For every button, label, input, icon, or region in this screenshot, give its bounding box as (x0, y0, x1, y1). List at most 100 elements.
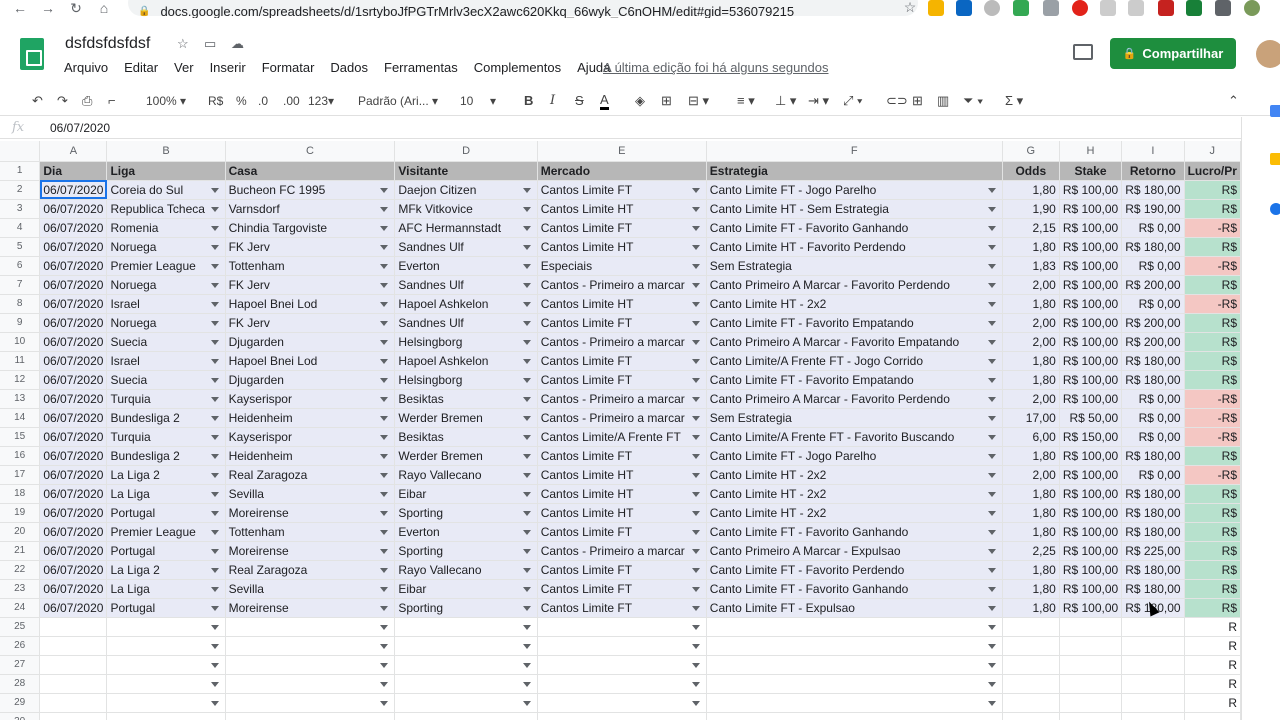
cell[interactable] (394, 617, 538, 637)
column-header-a[interactable]: A (39, 141, 108, 162)
header-cell[interactable]: Casa (225, 161, 396, 181)
cell[interactable]: Everton (394, 522, 538, 542)
cell[interactable]: Cantos - Primeiro a marcar (537, 389, 707, 409)
comments-icon[interactable] (1073, 44, 1093, 60)
cell[interactable]: Canto Primeiro A Marcar - Favorito Empat… (706, 332, 1003, 352)
cell[interactable] (706, 674, 1003, 694)
cell[interactable]: Moreirense (225, 598, 396, 618)
menu-dados[interactable]: Dados (330, 60, 368, 75)
row-number[interactable]: 3 (0, 199, 41, 219)
collapse-toolbar-icon[interactable]: ⌃ (1228, 92, 1239, 110)
row-number[interactable]: 4 (0, 218, 41, 238)
bold-button[interactable]: B (524, 92, 533, 110)
cell[interactable] (1184, 712, 1241, 720)
column-header-d[interactable]: D (394, 141, 538, 162)
cell[interactable]: Cantos Limite FT (537, 313, 707, 333)
row-number[interactable]: 8 (0, 294, 41, 314)
profile-icon[interactable] (1244, 0, 1260, 16)
more-formats-select[interactable]: 123▾ (308, 92, 334, 110)
cell[interactable] (1121, 655, 1185, 675)
cell[interactable]: 1,80 (1002, 180, 1060, 200)
cell[interactable] (1059, 636, 1123, 656)
text-color-button[interactable]: A (600, 92, 609, 110)
bookmark-star-icon[interactable]: ☆ (902, 0, 918, 16)
row-number[interactable]: 25 (0, 617, 41, 637)
cell[interactable]: MFk Vitkovice (394, 199, 538, 219)
cell[interactable]: Sporting (394, 503, 538, 523)
cell[interactable]: -R$ (1184, 389, 1241, 409)
extensions-puzzle-icon[interactable] (1215, 0, 1231, 16)
cell[interactable]: 2,00 (1002, 465, 1060, 485)
cell[interactable]: R$ 100,00 (1059, 294, 1123, 314)
cell[interactable]: R$ (1184, 313, 1241, 333)
cell[interactable]: Sandnes Ulf (394, 275, 538, 295)
cell[interactable]: Canto Limite FT - Favorito Ganhando (706, 579, 1003, 599)
cell[interactable]: Helsingborg (394, 332, 538, 352)
merge-cells-icon[interactable]: ⊟ ▾ (688, 92, 709, 110)
cell[interactable]: 1,80 (1002, 237, 1060, 257)
cell[interactable]: Noruega (106, 313, 226, 333)
currency-format-button[interactable]: R$ (208, 92, 223, 110)
cell[interactable]: Cantos Limite FT (537, 351, 707, 371)
cell[interactable] (394, 655, 538, 675)
cell[interactable]: 17,00 (1002, 408, 1060, 428)
cell[interactable]: R (1184, 693, 1241, 713)
row-number[interactable]: 6 (0, 256, 41, 276)
cell[interactable]: Cantos Limite HT (537, 503, 707, 523)
cell[interactable] (1121, 712, 1185, 720)
cell[interactable]: Tottenham (225, 256, 396, 276)
cell[interactable]: R (1184, 617, 1241, 637)
extension-icon[interactable] (1158, 0, 1174, 16)
cell[interactable]: R$ 200,00 (1121, 275, 1185, 295)
cell[interactable]: Cantos Limite FT (537, 370, 707, 390)
row-number[interactable]: 27 (0, 655, 41, 675)
cell[interactable]: R (1184, 636, 1241, 656)
menu-complementos[interactable]: Complementos (474, 60, 561, 75)
cell[interactable]: Canto Limite HT - Favorito Perdendo (706, 237, 1003, 257)
cell[interactable]: R$ 100,00 (1059, 560, 1123, 580)
cell[interactable]: 1,80 (1002, 522, 1060, 542)
cell[interactable]: R$ 100,00 (1059, 446, 1123, 466)
cell[interactable]: -R$ (1184, 465, 1241, 485)
align-horizontal-icon[interactable]: ≡ ▾ (737, 92, 755, 110)
cell[interactable]: R$ (1184, 579, 1241, 599)
calendar-icon[interactable] (1270, 105, 1280, 117)
cell[interactable]: Eibar (394, 579, 538, 599)
cell[interactable]: 1,80 (1002, 351, 1060, 371)
row-number[interactable]: 21 (0, 541, 41, 561)
cell[interactable]: Canto Limite FT - Favorito Perdendo (706, 560, 1003, 580)
cell[interactable] (706, 693, 1003, 713)
cell[interactable]: Cantos Limite HT (537, 199, 707, 219)
print-icon[interactable]: ⎙ (82, 92, 92, 110)
row-number[interactable]: 20 (0, 522, 41, 542)
cell[interactable]: Bundesliga 2 (106, 408, 226, 428)
cell[interactable] (225, 712, 396, 720)
cell[interactable]: R$ 0,00 (1121, 256, 1185, 276)
header-cell[interactable]: Dia (39, 161, 108, 181)
cell[interactable] (706, 655, 1003, 675)
cell[interactable]: Chindia Targoviste (225, 218, 396, 238)
cell[interactable]: R$ 100,00 (1059, 503, 1123, 523)
cell[interactable]: Eibar (394, 484, 538, 504)
menu-arquivo[interactable]: Arquivo (64, 60, 108, 75)
cell[interactable]: Cantos Limite FT (537, 579, 707, 599)
cell[interactable]: Cantos Limite/A Frente FT (537, 427, 707, 447)
cell[interactable] (1121, 693, 1185, 713)
cell[interactable]: 06/07/2020 (39, 522, 108, 542)
cell[interactable]: Portugal (106, 503, 226, 523)
cell[interactable]: La Liga (106, 484, 226, 504)
cell[interactable]: Werder Bremen (394, 446, 538, 466)
cell[interactable]: Suecia (106, 332, 226, 352)
cell[interactable]: 1,83 (1002, 256, 1060, 276)
cell[interactable]: Sporting (394, 598, 538, 618)
filter-icon[interactable]: ⏷ ▾ (963, 92, 983, 110)
row-number[interactable]: 24 (0, 598, 41, 618)
cell[interactable] (225, 674, 396, 694)
cell[interactable] (1059, 655, 1123, 675)
cell[interactable]: Cantos Limite FT (537, 446, 707, 466)
row-number[interactable]: 12 (0, 370, 41, 390)
cell[interactable]: Rayo Vallecano (394, 560, 538, 580)
cell[interactable]: Tottenham (225, 522, 396, 542)
cell[interactable]: Sevilla (225, 484, 396, 504)
keep-icon[interactable] (1270, 153, 1280, 165)
